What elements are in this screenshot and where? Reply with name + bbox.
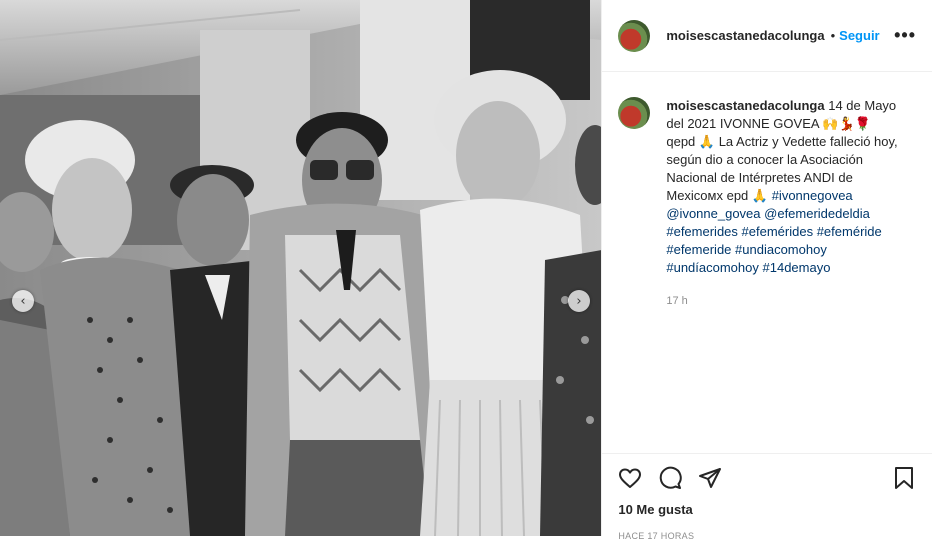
more-options-icon[interactable]: ••• [894,25,916,46]
comments-section: moisescastanedacolunga 14 de Mayo del 20… [602,73,932,453]
caption: moisescastanedacolunga 14 de Mayo del 20… [666,97,898,277]
paper-plane-icon[interactable] [698,466,722,490]
likes-count[interactable]: 10 Me gusta [618,502,916,517]
caption-timestamp[interactable]: 17 h [666,295,916,307]
avatar[interactable] [618,19,651,52]
post-actions: 10 Me gusta HACE 17 HORAS [602,453,932,541]
caption-avatar[interactable] [618,97,651,129]
hashtag-link[interactable]: #efemérides [742,224,814,239]
mention-link[interactable]: @efemeridedeldia [764,206,870,221]
bookmark-icon[interactable] [892,466,916,490]
mention-link[interactable]: @ivonne_govea [666,206,760,221]
caption-username-link[interactable]: moisescastanedacolunga [666,98,824,113]
chevron-right-icon: › [576,293,582,309]
hashtag-link[interactable]: #ivonnegovea [772,188,853,203]
hashtag-link[interactable]: #efemerides [666,224,738,239]
hashtag-link[interactable]: #14demayo [763,260,831,275]
hashtag-link[interactable]: #efemeride [666,242,731,257]
carousel-prev-button[interactable]: ‹ [12,290,34,312]
hashtag-link[interactable]: #efeméride [817,224,882,239]
caption-row: moisescastanedacolunga 14 de Mayo del 20… [618,97,916,277]
comment-icon[interactable] [658,466,683,490]
heart-icon[interactable] [618,466,642,490]
post-sidebar: moisescastanedacolunga • Seguir ••• mois… [602,0,932,541]
follow-button[interactable]: Seguir [839,28,879,43]
post-date[interactable]: HACE 17 HORAS [618,531,916,541]
hashtag-link[interactable]: #undiacomohoy [735,242,827,257]
hashtag-link[interactable]: #undíacomohoy [666,260,759,275]
carousel-next-button[interactable]: › [568,290,590,312]
post-photo[interactable]: ‹ › [0,0,603,536]
chevron-left-icon: ‹ [20,293,26,309]
separator-dot: • [830,28,836,43]
black-and-white-group-photo [0,0,602,536]
instagram-post: ‹ › moisescastanedacolunga • Seguir ••• … [0,0,932,541]
action-icons [618,456,916,500]
username-link[interactable]: moisescastanedacolunga [666,28,824,43]
post-header: moisescastanedacolunga • Seguir ••• [602,0,932,72]
